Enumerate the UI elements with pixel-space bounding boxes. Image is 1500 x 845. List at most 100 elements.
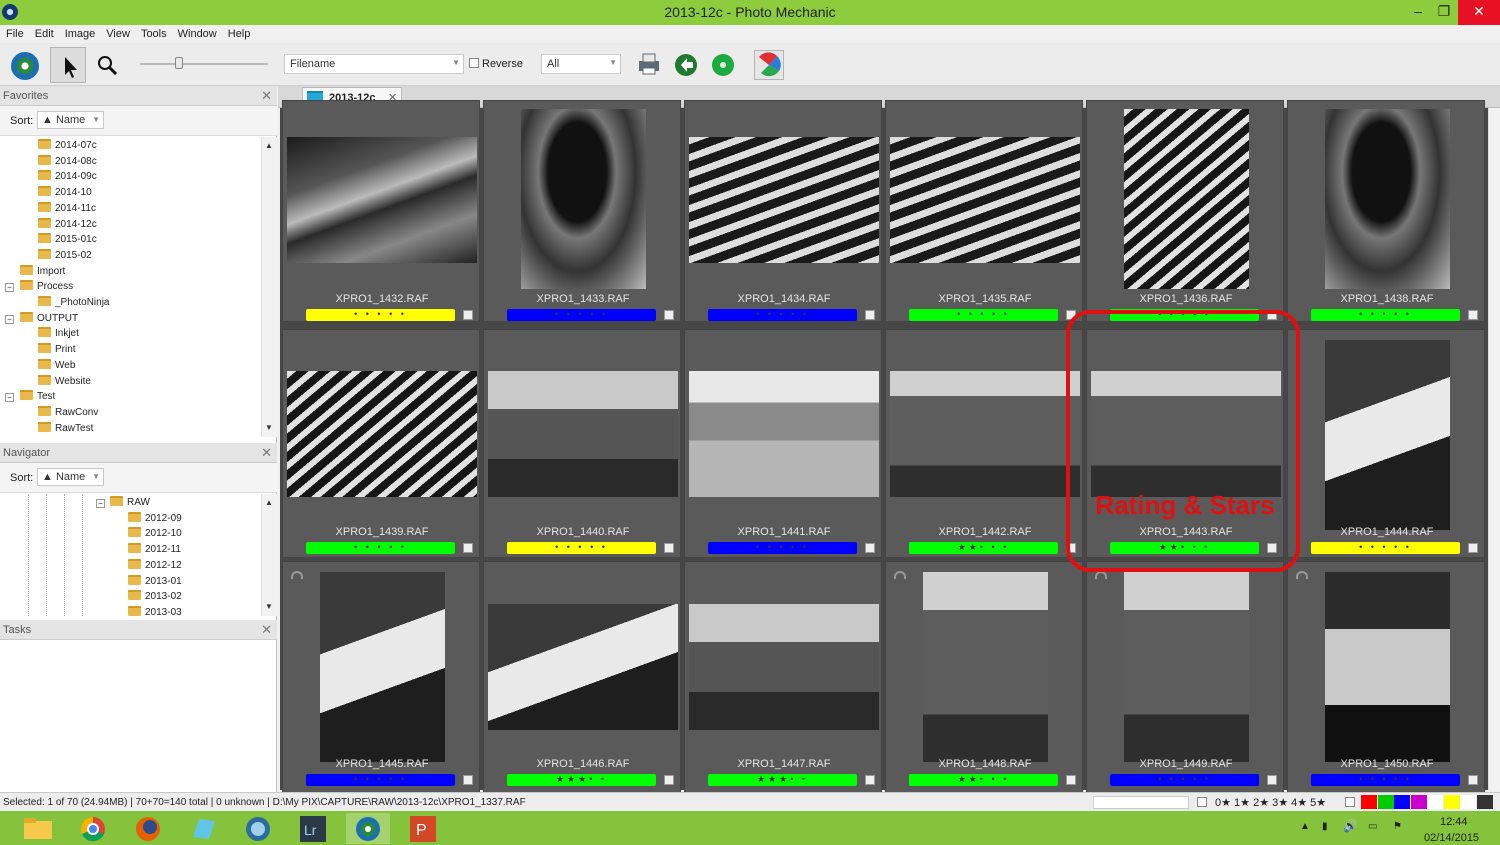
zoom-tool-button[interactable] [89,47,125,83]
color-class-swatch[interactable] [1361,795,1377,809]
navigator-folder-item[interactable]: 2012-12 [128,558,182,574]
rotate-icon[interactable] [1095,571,1107,579]
navigator-folder-item[interactable]: 2013-02 [128,590,182,605]
thumbnail-cell[interactable]: XPRO1_1448.RAF ★★• • • [885,561,1083,793]
tag-checkbox[interactable] [463,775,473,785]
tray-volume-icon[interactable]: 🔊 [1343,819,1358,833]
thumbnail-image[interactable] [689,137,879,263]
favorite-folder-item[interactable]: _PhotoNinja [38,296,109,311]
thumbnail-cell[interactable]: XPRO1_1445.RAF • • • • • [282,561,480,793]
thumbnail-image[interactable] [520,109,646,289]
tag-checkbox[interactable] [1468,775,1478,785]
favorites-scrollbar[interactable]: ▲ ▼ [261,137,277,437]
star-filter-checkbox[interactable] [1197,797,1207,807]
navigator-scrollbar[interactable]: ▲ ▼ [261,494,277,616]
thumbnail-image[interactable] [1324,340,1450,530]
menu-edit[interactable]: Edit [29,25,59,40]
thumbnail-cell[interactable]: XPRO1_1440.RAF • • • • • [483,329,681,558]
navigator-folder-item[interactable]: 2012-10 [128,527,182,542]
tree-expander-icon[interactable]: − [5,283,14,293]
rating-color-bar[interactable]: • • • • • [1110,774,1259,786]
thumbnail-image[interactable] [319,572,445,762]
tag-checkbox[interactable] [865,775,875,785]
upload-button[interactable] [673,52,699,78]
rating-color-bar[interactable]: • • • • • [1311,542,1460,554]
thumbnail-cell[interactable]: XPRO1_1446.RAF ★★★• • [483,561,681,793]
rating-color-bar[interactable]: • • • • • [306,542,455,554]
menu-view[interactable]: View [100,25,135,40]
rating-color-bar[interactable]: • • • • • [306,774,455,786]
scroll-up-icon[interactable]: ▲ [265,141,273,150]
reverse-checkbox[interactable]: Reverse [469,58,523,70]
tag-checkbox[interactable] [1267,775,1277,785]
close-icon[interactable]: ✕ [261,622,272,638]
thumbnail-cell[interactable]: XPRO1_1432.RAF • • • • • [282,100,480,322]
favorites-sort-select[interactable]: ▲ Name ▼ [37,111,104,129]
thumbnail-image[interactable] [1123,109,1249,289]
print-button[interactable] [636,51,662,77]
favorite-folder-item[interactable]: Import [20,264,65,280]
clock-date[interactable]: 02/14/2015 [1424,832,1479,844]
tag-checkbox[interactable] [463,543,473,553]
thumbnail-image[interactable] [1324,572,1450,762]
close-icon[interactable]: ✕ [261,88,272,104]
taskbar-powerpoint[interactable]: P [401,813,445,844]
thumbnail-image[interactable] [1324,109,1450,289]
menu-tools[interactable]: Tools [135,25,172,40]
taskbar-photo-mechanic[interactable] [346,813,390,844]
navigator-folder-item[interactable]: 2012-11 [128,543,181,558]
tag-checkbox[interactable] [664,543,674,553]
taskbar-firefox[interactable] [126,813,170,844]
thumbnail-cell[interactable]: XPRO1_1449.RAF • • • • • [1086,561,1284,793]
tag-checkbox[interactable] [865,543,875,553]
sort-field-select[interactable]: Filename ▼ [284,54,464,74]
taskbar-explorer[interactable] [16,813,60,844]
thumbnail-image[interactable] [890,137,1080,263]
tray-arrow-icon[interactable]: ▲ [1300,821,1310,832]
close-icon[interactable]: ✕ [261,445,272,461]
rating-color-bar[interactable]: • • • • • [708,309,857,321]
taskbar-lightroom[interactable]: Lr [291,813,335,844]
scroll-down-icon[interactable]: ▼ [265,602,273,611]
menu-image[interactable]: Image [59,25,101,40]
rating-color-bar[interactable]: • • • • • [909,309,1058,321]
menu-file[interactable]: File [0,25,29,40]
rating-color-bar[interactable]: • • • • • [1311,309,1460,321]
thumbnail-image[interactable] [1123,572,1249,762]
thumbnail-image[interactable] [287,137,477,263]
rating-color-bar[interactable]: ★★• • • [909,542,1058,554]
thumbnail-cell[interactable]: XPRO1_1435.RAF • • • • • [885,100,1083,322]
taskbar-app-2[interactable] [236,813,280,844]
grid-scrollbar[interactable] [1488,108,1500,790]
favorite-folder-item[interactable]: Test [20,390,55,405]
favorite-folder-item[interactable]: 2014-08c [38,154,97,170]
thumbnail-cell[interactable]: XPRO1_1438.RAF • • • • • [1287,100,1485,322]
color-filter-checkbox[interactable] [1345,797,1355,807]
select-tool-button[interactable] [50,47,86,83]
burn-disc-button[interactable] [710,52,736,78]
favorite-folder-item[interactable]: Web [38,358,75,374]
tag-checkbox[interactable] [664,775,674,785]
favorite-folder-item[interactable]: Print [38,343,76,358]
navigator-folder-item[interactable]: 2013-01 [128,574,182,590]
edit-external-button[interactable] [754,50,784,80]
navigator-folder-item[interactable]: 2012-09 [128,511,182,527]
scroll-up-icon[interactable]: ▲ [265,498,273,507]
color-class-swatch[interactable] [1460,795,1476,809]
rating-color-bar[interactable]: • • • • • [708,542,857,554]
rating-color-bar[interactable]: • • • • • [507,309,656,321]
tree-expander-icon[interactable]: − [96,499,105,508]
favorite-folder-item[interactable]: RawTest [38,421,93,437]
tag-checkbox[interactable] [1066,775,1076,785]
thumbnail-cell[interactable]: XPRO1_1434.RAF • • • • • [684,100,882,322]
star-filter[interactable]: 0★ 1★ 2★ 3★ 4★ 5★ [1215,796,1326,809]
slider-handle[interactable] [175,57,183,69]
favorite-folder-item[interactable]: Inkjet [38,327,79,342]
minimize-button[interactable]: ‒ [1404,0,1432,25]
thumbnail-cell[interactable]: XPRO1_1447.RAF ★★★• • [684,561,882,793]
tree-expander-icon[interactable]: − [5,314,14,324]
favorite-folder-item[interactable]: 2014-07c [38,139,97,154]
maximize-button[interactable]: ❐ [1430,0,1458,25]
favorite-folder-item[interactable]: OUTPUT [20,311,78,327]
favorite-folder-item[interactable]: 2015-02 [38,248,92,264]
